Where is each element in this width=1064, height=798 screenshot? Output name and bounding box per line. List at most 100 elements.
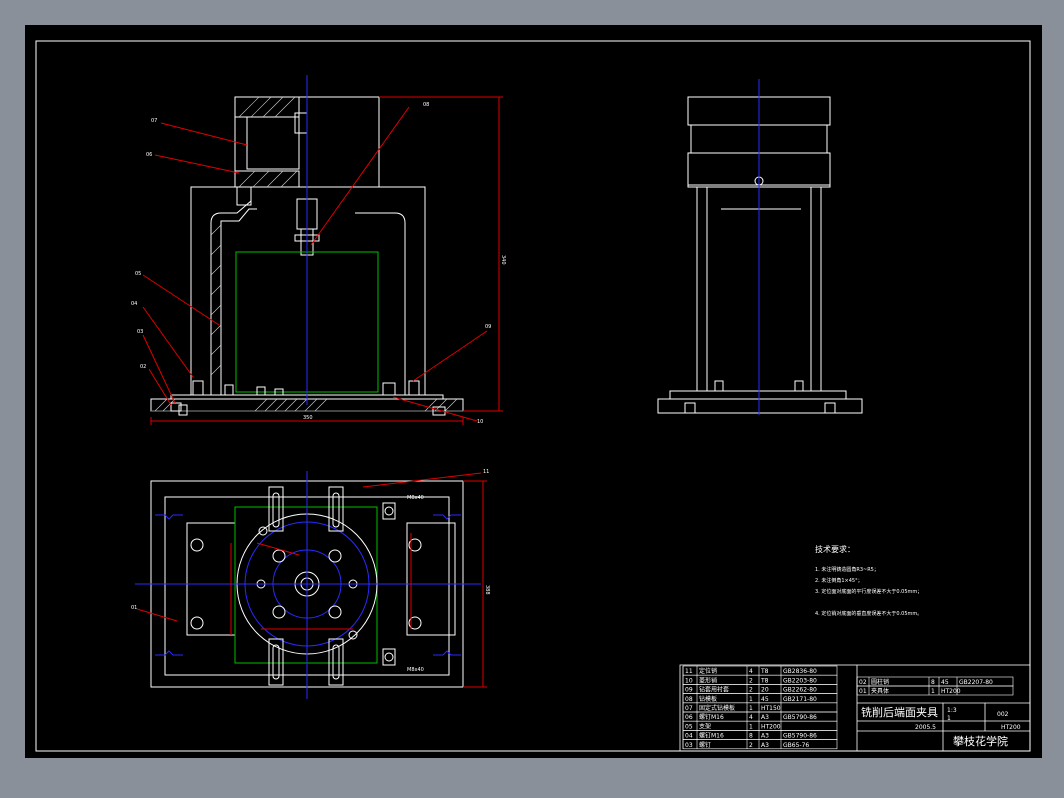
bom-cell-mat: A3 — [761, 742, 769, 749]
bom-cell-qty: 4 — [749, 714, 753, 721]
bom-cell-name: 螺钉M16 — [699, 732, 724, 740]
date: 2005.5 — [915, 724, 936, 731]
bom-row: 04 螺钉M16 8 A3 GB5790-86 — [682, 730, 838, 740]
bom-row: 02 圆柱销 8 45 GB2207-80 — [856, 676, 1014, 687]
bom-cell-std: GB2836-80 — [783, 668, 817, 675]
material: HT200 — [1001, 724, 1021, 731]
bom-cell-std: GB2262-80 — [783, 687, 817, 694]
bom-right: 02 圆柱销 8 45 GB2207-80 01 夹具体 1 HT200 — [856, 676, 1014, 696]
bom-cell-qty: 2 — [749, 687, 753, 694]
bom-cell-name: 支架 — [699, 722, 711, 730]
leader-03: 03 — [137, 329, 143, 335]
bom-cell-no: 02 — [859, 679, 867, 686]
leader-04: 04 — [131, 301, 137, 307]
bom-cell-qty: 8 — [931, 679, 935, 686]
bom-cell-name: 菱形销 — [699, 676, 717, 684]
bom-cell-no: 08 — [685, 696, 693, 703]
dim-side: 388 — [484, 585, 490, 595]
leader-05: 05 — [135, 271, 141, 277]
bom-cell-qty: 1 — [749, 705, 753, 712]
bom-cell-name: 螺钉M16 — [699, 713, 724, 721]
bom-cell-mat: A3 — [761, 714, 769, 721]
tech-line-4: 4. 定位销对底面的垂直度误差不大于0.05mm。 — [815, 610, 922, 617]
leader-09: 09 — [485, 324, 491, 330]
tech-line-3: 3. 定位面对底面的平行度误差不大于0.05mm； — [815, 588, 922, 595]
bom-cell-no: 07 — [685, 705, 693, 712]
bom-cell-qty: 1 — [749, 696, 753, 703]
bom-row: 01 夹具体 1 HT200 — [856, 685, 1014, 696]
school-name: 攀枝花学院 — [953, 734, 1008, 748]
leader-08: 08 — [423, 102, 429, 108]
bom-row: 10 菱形销 2 T8 GB2203-80 — [682, 674, 838, 685]
bom-cell-name: 螺钉 — [699, 741, 711, 749]
side-view — [657, 96, 863, 414]
bom-cell-mat: 20 — [761, 687, 769, 694]
bom-cell-qty: 4 — [749, 668, 753, 675]
bom-cell-std: GB2207-80 — [959, 679, 993, 686]
bom-cell-mat: HT200 — [941, 688, 961, 695]
bom-cell-mat: T8 — [760, 677, 769, 684]
dim-height: 340 — [500, 255, 506, 265]
bom-cell-std: GB5790-86 — [783, 714, 817, 721]
bom-cell-std: GB65-76 — [783, 742, 809, 749]
drawing-canvas: 340 350 07 06 05 04 03 02 08 09 10 11 01 — [25, 25, 1042, 758]
bom-cell-mat: HT150 — [761, 705, 781, 712]
front-dimensions — [142, 96, 503, 425]
bom-cell-mat: A3 — [761, 733, 769, 740]
bom-cell-no: 01 — [859, 688, 867, 695]
bom-left: 11 定位销 4 T8 GB2836-8010 菱形销 2 T8 GB2203-8009 钻套用衬… — [682, 665, 838, 750]
bom-row: 11 定位销 4 T8 GB2836-80 — [682, 665, 838, 676]
leader-07: 07 — [151, 118, 157, 124]
bom-row: 03 螺钉 2 A3 GB65-76 — [682, 739, 838, 750]
tech-requirements: 技术要求： 1. 未注明铸造圆角R3~R5； 2. 未注倒角1×45°； 3. … — [815, 544, 922, 617]
dim-width: 350 — [303, 415, 313, 421]
bom-cell-name: 夹具体 — [871, 687, 889, 695]
bom-cell-no: 03 — [685, 742, 693, 749]
bom-cell-std: GB2203-80 — [783, 677, 817, 684]
tech-line-2: 2. 未注倒角1×45°； — [815, 577, 863, 584]
bom-cell-std: GB2171-80 — [783, 696, 817, 703]
bom-cell-no: 04 — [685, 733, 693, 740]
bom-row: 05 支架 1 HT200 — [682, 720, 838, 731]
bom-cell-no: 06 — [685, 714, 693, 721]
bom-cell-qty: 2 — [749, 742, 753, 749]
bom-cell-no: 05 — [685, 723, 693, 730]
bom-cell-name: 固定式钻模板 — [699, 704, 735, 712]
scale: 1:3 — [947, 707, 957, 714]
bom-row: 07 固定式钻模板 1 HT150 — [682, 702, 838, 713]
drawing-no: 002 — [997, 711, 1009, 718]
bom-row: 08 钻模板 1 45 GB2171-80 — [682, 693, 838, 704]
leader-06: 06 — [146, 152, 152, 158]
tech-line-1: 1. 未注明铸造圆角R3~R5； — [815, 566, 879, 573]
leader-11: 11 — [483, 469, 489, 475]
cad-drawing: 340 350 07 06 05 04 03 02 08 09 10 11 01 — [35, 40, 1031, 752]
leader-labels: 07 06 05 04 03 02 08 09 10 11 01 — [131, 102, 491, 611]
bom-cell-std: GB5790-86 — [783, 733, 817, 740]
bom-cell-name: 定位销 — [699, 667, 717, 675]
bom-cell-no: 09 — [685, 687, 693, 694]
leader-10: 10 — [477, 419, 483, 425]
leader-01: 01 — [131, 605, 137, 611]
bom-row: 06 螺钉M16 4 A3 GB5790-86 — [682, 711, 838, 722]
bom-cell-name: 钻模板 — [699, 695, 717, 703]
bom-cell-mat: T8 — [760, 668, 769, 675]
bom-cell-mat: HT200 — [761, 723, 781, 730]
bom-cell-name: 钻套用衬套 — [699, 686, 729, 694]
bom-cell-mat: 45 — [761, 696, 769, 703]
leader-02: 02 — [140, 364, 146, 370]
tech-title: 技术要求： — [815, 544, 855, 554]
sheets: 1 — [947, 715, 951, 722]
bom-cell-qty: 1 — [749, 723, 753, 730]
drawing-title: 铣削后端面夹具 — [861, 705, 938, 719]
dim-bolt-top: M8x40 — [407, 495, 424, 501]
bom-cell-qty: 8 — [749, 733, 753, 740]
dim-bolt-bottom: M8x40 — [407, 667, 424, 673]
drawing-frame — [35, 40, 1031, 752]
bom-cell-no: 10 — [685, 677, 693, 684]
bom-cell-name: 圆柱销 — [871, 678, 889, 686]
bom-cell-no: 11 — [685, 668, 693, 675]
bom-cell-qty: 1 — [931, 688, 935, 695]
bom-cell-qty: 2 — [749, 677, 753, 684]
bom-row: 09 钻套用衬套 2 20 GB2262-80 — [682, 684, 838, 694]
bom-cell-mat: 45 — [941, 679, 949, 686]
